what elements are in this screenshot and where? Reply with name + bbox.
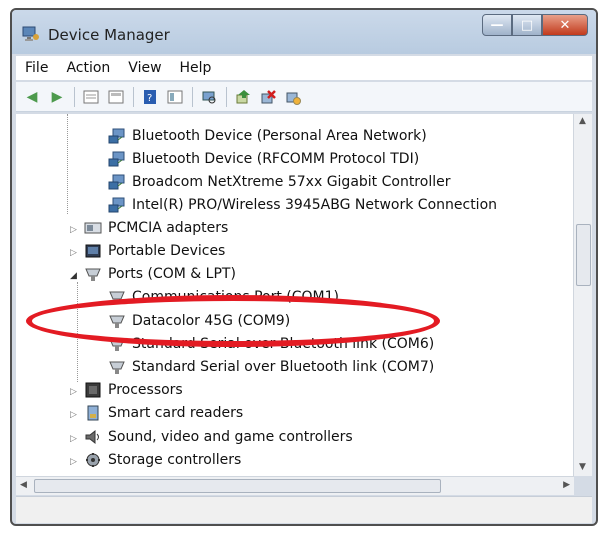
menu-view[interactable]: View — [119, 60, 170, 76]
tree-item-storage[interactable]: Storage controllers — [84, 449, 241, 471]
speaker-icon — [85, 429, 99, 445]
tree-item-label: Portable Devices — [108, 243, 226, 259]
show-hide-icon[interactable] — [106, 87, 126, 107]
tree-item-label: Processors — [108, 382, 183, 398]
network-adapter-icon — [108, 197, 125, 213]
tree-item-label: Storage controllers — [108, 452, 242, 468]
tree-item-label: Bluetooth Device (RFCOMM Protocol TDI) — [132, 151, 420, 167]
portable-device-icon — [85, 244, 101, 258]
vertical-scroll-thumb[interactable] — [576, 224, 591, 286]
title-bar[interactable]: Device Manager — □ ✕ — [12, 10, 596, 54]
tree-item-label: Intel(R) PRO/Wireless 3945ABG Network Co… — [132, 197, 498, 213]
network-adapter-icon — [108, 128, 125, 144]
svg-text:?: ? — [147, 93, 152, 104]
minimize-button[interactable]: — — [482, 14, 512, 36]
tree-item-com7[interactable]: Standard Serial over Bluetooth link (COM… — [108, 356, 434, 378]
storage-controller-icon — [86, 453, 100, 467]
tree-item-label: Sound, video and game controllers — [108, 429, 353, 445]
toolbar-divider — [133, 86, 134, 107]
maximize-button[interactable]: □ — [512, 14, 542, 36]
expand-icon[interactable]: ▷ — [70, 434, 77, 444]
toolbar-divider — [74, 86, 75, 107]
tree-item-processors[interactable]: Processors — [84, 379, 183, 401]
back-icon[interactable]: ◀ — [22, 87, 42, 107]
tree-item-label: Standard Serial over Bluetooth link (COM… — [132, 359, 435, 375]
toolbar: ◀ ▶ ? — [16, 82, 592, 112]
scan-icon[interactable] — [199, 87, 219, 107]
pcmcia-icon — [84, 222, 102, 234]
vertical-scrollbar[interactable]: ▲ ▼ — [573, 114, 592, 476]
network-adapter-icon — [108, 174, 125, 190]
expand-icon[interactable]: ▷ — [70, 225, 77, 235]
horizontal-scrollbar[interactable]: ◀ ▶ — [16, 476, 574, 495]
smart-card-reader-icon — [87, 405, 99, 421]
expand-icon[interactable]: ▷ — [70, 248, 77, 258]
scroll-right-icon[interactable]: ▶ — [563, 480, 570, 490]
menu-file[interactable]: File — [16, 60, 57, 76]
tree-item-bt-rfcomm[interactable]: Bluetooth Device (RFCOMM Protocol TDI) — [108, 148, 419, 170]
tree-item-label: Broadcom NetXtreme 57xx Gigabit Controll… — [132, 174, 451, 190]
status-bar — [16, 496, 592, 523]
port-icon — [85, 268, 101, 281]
tree-item-label: Ports (COM & LPT) — [108, 266, 236, 282]
menu-help[interactable]: Help — [171, 60, 221, 76]
tree-item-portable[interactable]: Portable Devices — [84, 240, 225, 262]
uninstall-icon[interactable] — [258, 87, 278, 107]
tree-item-pcmcia[interactable]: PCMCIA adapters — [84, 217, 228, 239]
tree-guide-line — [67, 114, 68, 214]
scroll-up-icon[interactable]: ▲ — [579, 116, 586, 126]
help-icon[interactable]: ? — [140, 87, 160, 107]
collapse-icon[interactable]: ◢ — [70, 271, 77, 281]
tree-item-label: Bluetooth Device (Personal Area Network) — [132, 128, 427, 144]
close-button[interactable]: ✕ — [542, 14, 588, 36]
tree-item-bt-pan[interactable]: Bluetooth Device (Personal Area Network) — [108, 125, 427, 147]
scroll-left-icon[interactable]: ◀ — [20, 480, 27, 490]
tree-item-intel-wireless[interactable]: Intel(R) PRO/Wireless 3945ABG Network Co… — [108, 194, 497, 216]
tree-item-sound[interactable]: Sound, video and game controllers — [84, 426, 353, 448]
highlight-ellipse — [26, 295, 440, 347]
update-driver-icon[interactable] — [233, 87, 253, 107]
horizontal-scroll-thumb[interactable] — [34, 479, 441, 493]
disable-icon[interactable] — [283, 87, 303, 107]
expand-icon[interactable]: ▷ — [70, 410, 77, 420]
toolbar-divider — [226, 86, 227, 107]
expand-icon[interactable]: ▷ — [70, 387, 77, 397]
properties-icon[interactable] — [81, 87, 101, 107]
view-icon[interactable] — [165, 87, 185, 107]
device-manager-app-icon — [22, 26, 39, 41]
window-title: Device Manager — [48, 26, 170, 44]
expand-icon[interactable]: ▷ — [70, 457, 77, 467]
tree-item-label: PCMCIA adapters — [108, 220, 229, 236]
scroll-down-icon[interactable]: ▼ — [579, 462, 586, 472]
menu-action[interactable]: Action — [57, 60, 119, 76]
toolbar-divider — [192, 86, 193, 107]
menu-bar: File Action View Help — [16, 56, 592, 80]
tree-item-label: Smart card readers — [108, 405, 244, 421]
network-adapter-icon — [108, 151, 125, 167]
device-manager-window: Device Manager — □ ✕ File Action View He… — [10, 8, 598, 526]
port-icon — [109, 361, 125, 374]
tree-item-broadcom[interactable]: Broadcom NetXtreme 57xx Gigabit Controll… — [108, 171, 450, 193]
processor-icon — [85, 382, 101, 398]
forward-icon[interactable]: ▶ — [47, 87, 67, 107]
tree-item-ports[interactable]: Ports (COM & LPT) — [84, 263, 236, 285]
device-tree: Bluetooth Device (Personal Area Network)… — [16, 114, 592, 476]
tree-item-smartcard[interactable]: Smart card readers — [84, 402, 243, 424]
